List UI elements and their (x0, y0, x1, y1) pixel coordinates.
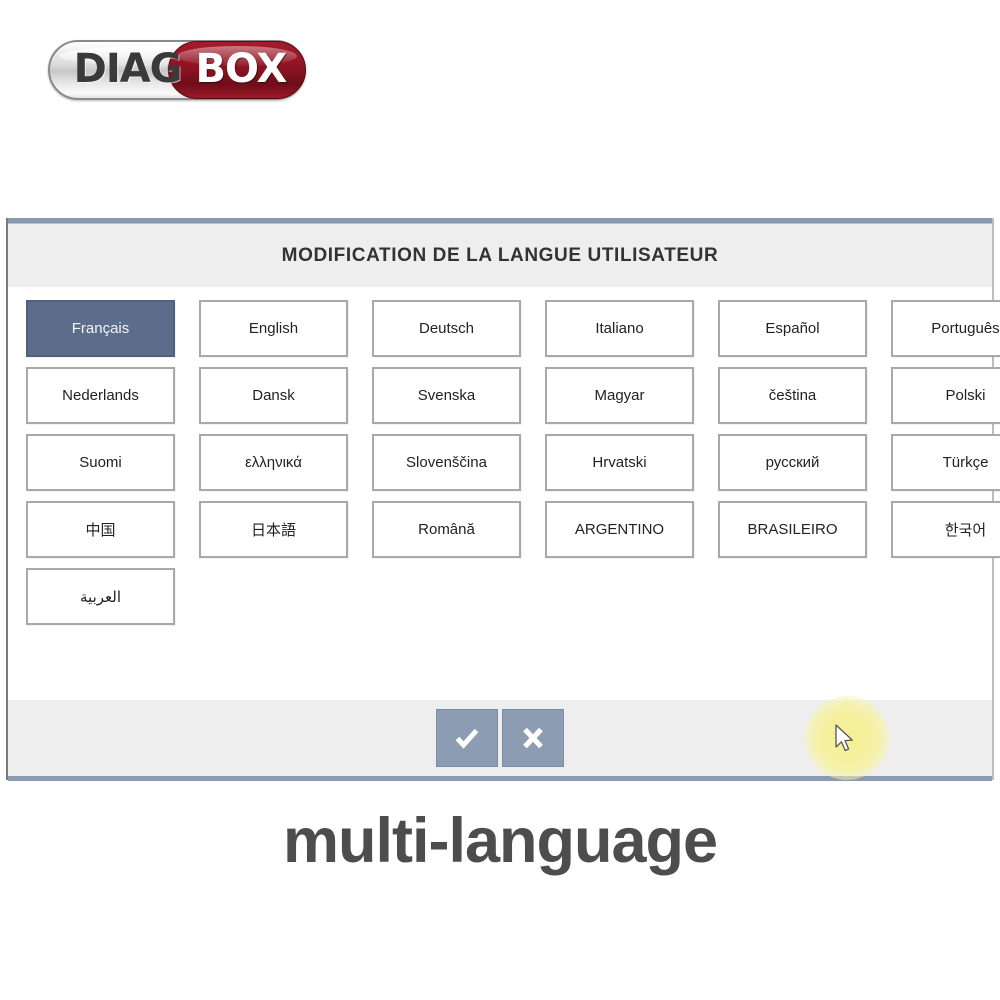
dialog-title: MODIFICATION DE LA LANGUE UTILISATEUR (281, 244, 719, 266)
language-button[interactable]: BRASILEIRO (718, 501, 867, 558)
dialog-header: MODIFICATION DE LA LANGUE UTILISATEUR (8, 224, 992, 287)
language-button[interactable]: Română (372, 501, 521, 558)
language-selection-dialog: MODIFICATION DE LA LANGUE UTILISATEUR Fr… (6, 218, 1000, 781)
screenshot-root: DIAG BOX MODIFICATION DE LA LANGUE UTILI… (0, 0, 1000, 1000)
language-button[interactable]: Dansk (199, 367, 348, 424)
language-button[interactable]: Nederlands (26, 367, 175, 424)
language-button[interactable]: Svenska (372, 367, 521, 424)
dialog-footer (8, 700, 992, 781)
check-icon (452, 723, 482, 753)
logo-text: DIAG BOX (48, 40, 306, 100)
language-button[interactable]: Italiano (545, 300, 694, 357)
language-button[interactable]: Türkçe (891, 434, 1000, 491)
language-button[interactable]: Español (718, 300, 867, 357)
language-button[interactable]: Hrvatski (545, 434, 694, 491)
language-button[interactable]: Slovenščina (372, 434, 521, 491)
logo-text-diag: DIAG (73, 46, 183, 92)
language-button[interactable]: Français (26, 300, 175, 357)
language-button[interactable]: ελληνικά (199, 434, 348, 491)
close-icon (518, 723, 548, 753)
caption-multi-language: multi-language (282, 806, 718, 876)
language-button[interactable]: Português (891, 300, 1000, 357)
language-button[interactable]: 日本語 (199, 501, 348, 558)
cancel-button[interactable] (502, 709, 564, 767)
language-button[interactable]: العربية (26, 568, 175, 625)
dialog-body: Français English Deutsch Italiano Español Por… (8, 287, 1000, 780)
logo-text-box: BOX (195, 46, 287, 92)
language-button[interactable]: Suomi (26, 434, 175, 491)
language-button[interactable]: 한국어 (891, 501, 1000, 558)
language-button[interactable]: Magyar (545, 367, 694, 424)
diagbox-logo: DIAG BOX (48, 40, 306, 100)
language-button[interactable]: ARGENTINO (545, 501, 694, 558)
confirm-button[interactable] (436, 709, 498, 767)
language-button[interactable]: 中国 (26, 501, 175, 558)
language-button[interactable]: Polski (891, 367, 1000, 424)
language-button[interactable]: Deutsch (372, 300, 521, 357)
language-button[interactable]: English (199, 300, 348, 357)
language-button[interactable]: русский (718, 434, 867, 491)
language-button[interactable]: čeština (718, 367, 867, 424)
language-grid: Français English Deutsch Italiano Español Por… (26, 300, 1000, 625)
